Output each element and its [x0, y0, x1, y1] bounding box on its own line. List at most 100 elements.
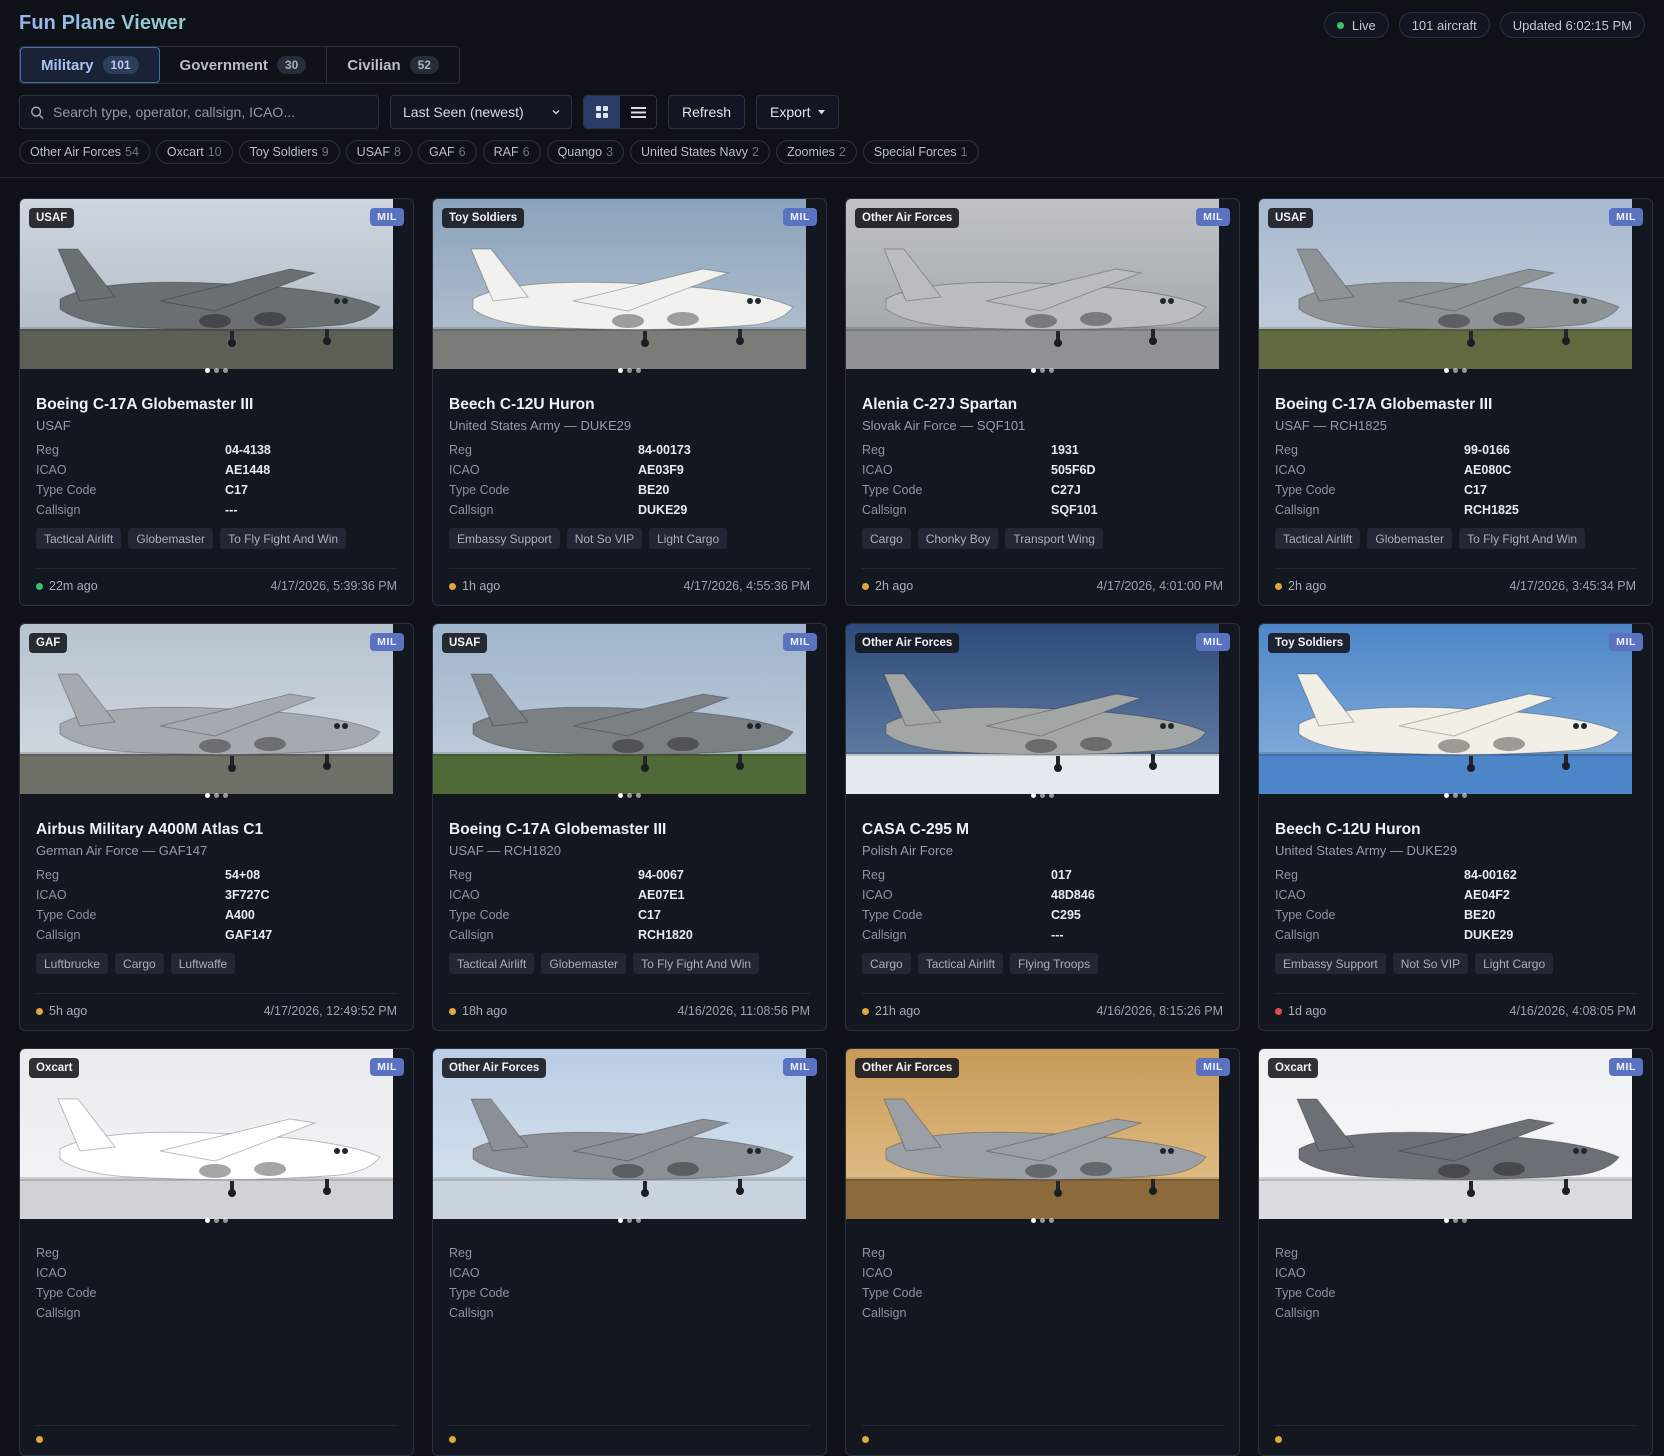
aircraft-tag[interactable]: To Fly Fight And Win — [633, 953, 760, 974]
photo-carousel-dots[interactable] — [1259, 793, 1652, 798]
aircraft-photo[interactable]: Other Air Forces MIL — [433, 1049, 826, 1229]
aircraft-tag[interactable]: Globemaster — [128, 528, 214, 549]
tab-civilian[interactable]: Civilian 52 — [327, 47, 459, 83]
carousel-dot[interactable] — [223, 368, 228, 373]
aircraft-tag[interactable]: Embassy Support — [1275, 953, 1386, 974]
aircraft-photo[interactable]: Toy Soldiers MIL — [1259, 624, 1652, 804]
aircraft-photo[interactable]: Other Air Forces MIL — [846, 624, 1239, 804]
aircraft-tag[interactable]: Luftwaffe — [170, 953, 236, 974]
aircraft-tag[interactable]: Tactical Airlift — [36, 528, 122, 549]
carousel-dot[interactable] — [205, 793, 210, 798]
photo-carousel-dots[interactable] — [846, 368, 1239, 373]
aircraft-tag[interactable]: Not So VIP — [1392, 953, 1469, 974]
carousel-dot[interactable] — [214, 1218, 219, 1223]
carousel-dot[interactable] — [618, 368, 623, 373]
carousel-dot[interactable] — [1462, 368, 1467, 373]
aircraft-tag[interactable]: Tactical Airlift — [1275, 528, 1361, 549]
filter-chip[interactable]: Special Forces 1 — [862, 140, 979, 164]
photo-carousel-dots[interactable] — [433, 368, 826, 373]
carousel-dot[interactable] — [1462, 793, 1467, 798]
carousel-dot[interactable] — [627, 793, 632, 798]
tab-government[interactable]: Government 30 — [160, 47, 328, 83]
carousel-dot[interactable] — [1040, 793, 1045, 798]
carousel-dot[interactable] — [636, 793, 641, 798]
filter-chip[interactable]: United States Navy 2 — [630, 140, 770, 164]
carousel-dot[interactable] — [1453, 793, 1458, 798]
photo-carousel-dots[interactable] — [1259, 1218, 1652, 1223]
aircraft-tag[interactable]: Not So VIP — [566, 528, 643, 549]
carousel-dot[interactable] — [1453, 1218, 1458, 1223]
carousel-dot[interactable] — [205, 368, 210, 373]
photo-carousel-dots[interactable] — [846, 793, 1239, 798]
aircraft-tag[interactable]: Luftbrucke — [36, 953, 109, 974]
carousel-dot[interactable] — [636, 368, 641, 373]
aircraft-tag[interactable]: Tactical Airlift — [917, 953, 1004, 974]
carousel-dot[interactable] — [1453, 368, 1458, 373]
filter-chip[interactable]: Quango 3 — [546, 140, 625, 164]
aircraft-card[interactable]: GAF MIL Airbus Military A400M Atlas C1 Germ… — [19, 623, 414, 1031]
filter-chip[interactable]: RAF 6 — [482, 140, 541, 164]
aircraft-tag[interactable]: Light Cargo — [1475, 953, 1554, 974]
grid-view-button[interactable] — [584, 96, 620, 128]
carousel-dot[interactable] — [1462, 1218, 1467, 1223]
aircraft-photo[interactable]: Other Air Forces MIL — [846, 199, 1239, 379]
aircraft-photo[interactable]: Other Air Forces MIL — [846, 1049, 1239, 1229]
aircraft-tag[interactable]: Embassy Support — [449, 528, 560, 549]
filter-chip[interactable]: Zoomies 2 — [775, 140, 857, 164]
aircraft-card[interactable]: USAF MIL Boeing C-17A Globemaster III USAF … — [432, 623, 827, 1031]
export-button[interactable]: Export — [756, 95, 839, 129]
aircraft-card[interactable]: Oxcart MIL Reg ICAO Type Code Callsign — [1258, 1048, 1653, 1456]
filter-chip[interactable]: Toy Soldiers 9 — [238, 140, 340, 164]
carousel-dot[interactable] — [1049, 793, 1054, 798]
carousel-dot[interactable] — [1040, 1218, 1045, 1223]
photo-carousel-dots[interactable] — [433, 793, 826, 798]
carousel-dot[interactable] — [1444, 793, 1449, 798]
filter-chip[interactable]: Oxcart 10 — [155, 140, 233, 164]
filter-chip[interactable]: Other Air Forces 54 — [19, 140, 150, 164]
carousel-dot[interactable] — [1444, 368, 1449, 373]
sort-select[interactable]: Last Seen (newest) — [390, 95, 572, 129]
filter-chip[interactable]: USAF 8 — [345, 140, 412, 164]
carousel-dot[interactable] — [1040, 368, 1045, 373]
list-view-button[interactable] — [620, 96, 656, 128]
carousel-dot[interactable] — [214, 793, 219, 798]
aircraft-photo[interactable]: Oxcart MIL — [1259, 1049, 1652, 1229]
aircraft-card[interactable]: Other Air Forces MIL Reg ICAO Type Code Calls… — [432, 1048, 827, 1456]
carousel-dot[interactable] — [1444, 1218, 1449, 1223]
carousel-dot[interactable] — [1031, 793, 1036, 798]
aircraft-photo[interactable]: USAF MIL — [433, 624, 826, 804]
carousel-dot[interactable] — [1031, 1218, 1036, 1223]
carousel-dot[interactable] — [223, 793, 228, 798]
aircraft-tag[interactable]: Light Cargo — [649, 528, 728, 549]
carousel-dot[interactable] — [627, 368, 632, 373]
aircraft-tag[interactable]: To Fly Fight And Win — [1459, 528, 1586, 549]
aircraft-tag[interactable]: Cargo — [862, 528, 911, 549]
photo-carousel-dots[interactable] — [20, 793, 413, 798]
tab-military[interactable]: Military 101 — [20, 47, 160, 83]
aircraft-tag[interactable]: Chonky Boy — [917, 528, 999, 549]
carousel-dot[interactable] — [205, 1218, 210, 1223]
search-input[interactable] — [52, 104, 368, 120]
carousel-dot[interactable] — [214, 368, 219, 373]
aircraft-photo[interactable]: USAF MIL — [20, 199, 413, 379]
aircraft-photo[interactable]: USAF MIL — [1259, 199, 1652, 379]
aircraft-tag[interactable]: Cargo — [115, 953, 164, 974]
aircraft-card[interactable]: Other Air Forces MIL Alenia C-27J Spartan S… — [845, 198, 1240, 606]
photo-carousel-dots[interactable] — [846, 1218, 1239, 1223]
aircraft-tag[interactable]: Globemaster — [1367, 528, 1453, 549]
carousel-dot[interactable] — [1049, 368, 1054, 373]
aircraft-photo[interactable]: Oxcart MIL — [20, 1049, 413, 1229]
aircraft-card[interactable]: Oxcart MIL Reg ICAO Type Code Callsign — [19, 1048, 414, 1456]
photo-carousel-dots[interactable] — [1259, 368, 1652, 373]
aircraft-card[interactable]: Other Air Forces MIL Reg ICAO Type Code Calls… — [845, 1048, 1240, 1456]
aircraft-tag[interactable]: To Fly Fight And Win — [220, 528, 347, 549]
carousel-dot[interactable] — [627, 1218, 632, 1223]
aircraft-tag[interactable]: Globemaster — [541, 953, 627, 974]
aircraft-card[interactable]: Toy Soldiers MIL Beech C-12U Huron United S… — [432, 198, 827, 606]
carousel-dot[interactable] — [618, 793, 623, 798]
carousel-dot[interactable] — [618, 1218, 623, 1223]
photo-carousel-dots[interactable] — [433, 1218, 826, 1223]
aircraft-photo[interactable]: Toy Soldiers MIL — [433, 199, 826, 379]
carousel-dot[interactable] — [1031, 368, 1036, 373]
photo-carousel-dots[interactable] — [20, 368, 413, 373]
